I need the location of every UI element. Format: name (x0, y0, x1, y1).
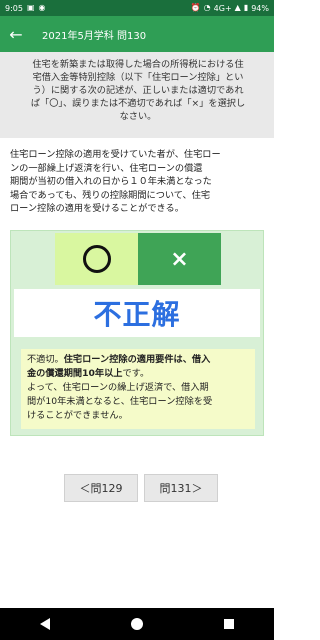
question-navigation: ＜問129 問131＞ (64, 474, 218, 502)
question-statement: 住宅ローン控除の適用を受けていた者が、住宅ロー ンの一部繰上げ返済を行い、住宅ロ… (10, 148, 266, 216)
result-label: 不正解 (93, 298, 181, 331)
alarm-icon: ⏰ (190, 3, 201, 12)
explanation-line: 不適切。住宅ローン控除の適用要件は、借入 (27, 353, 249, 367)
explanation-text: 不適切。 (27, 354, 64, 365)
system-back-icon[interactable] (40, 618, 51, 630)
answer-maru-button[interactable] (55, 233, 138, 285)
status-bar: 9:05 ▣ ◉ ⏰ ◔ 4G+ ▲ ▮ 94% (0, 0, 274, 16)
signal-icon: ▲ (234, 3, 241, 12)
wifi-icon: ◔ (203, 3, 211, 12)
app-bar: ← 2021年5月学科 問130 (0, 16, 274, 52)
system-navigation-bar (0, 608, 274, 640)
circle-icon (82, 245, 111, 273)
cross-icon: × (170, 246, 189, 272)
question-line: 宅借入金等特別控除（以下「住宅ローン控除」とい (32, 72, 244, 83)
answer-batsu-button[interactable]: × (138, 233, 221, 285)
explanation-emphasis: 住宅ローン控除の適用要件は、借入 (63, 354, 211, 365)
question-line: ば「〇」、誤りまたは不適切であれば「×」を選択し (30, 98, 246, 109)
system-recents-icon[interactable] (223, 619, 234, 629)
network-label: 4G+ (213, 3, 232, 13)
statement-line: ンの一部繰上げ返済を行い、住宅ローンの償還 (10, 162, 203, 174)
question-instructions: 住宅を新築または取得した場合の所得税における住 宅借入金等特別控除（以下「住宅ロ… (0, 52, 274, 138)
explanation-line: よって、住宅ローンの繰上げ返済で、借入期 (27, 382, 209, 393)
statement-line: ローン控除の適用を受けることができる。 (10, 203, 184, 215)
clock: 9:05 (5, 3, 23, 13)
answer-panel: × 不正解 不適切。住宅ローン控除の適用要件は、借入 金の償還期間10年以上です… (10, 230, 264, 436)
choice-row: × (55, 233, 221, 285)
question-line: う）に関する次の記述が、正しいまたは適切であれ (32, 85, 244, 96)
result-box: 不正解 (14, 289, 260, 337)
prev-question-button[interactable]: ＜問129 (64, 474, 138, 502)
explanation-line: けることができません。 (27, 410, 128, 421)
next-question-button[interactable]: 問131＞ (144, 474, 218, 502)
battery-icon: ▮ (243, 3, 249, 12)
notification-icon: ▣ (26, 3, 35, 12)
statement-line: 場合であっても、残りの控除期間について、住宅 (10, 189, 211, 201)
question-line: なさい。 (119, 111, 157, 122)
explanation-emphasis: 金の償還期間10年以上 (27, 368, 123, 379)
battery-level: 94% (251, 3, 269, 13)
back-arrow-icon[interactable]: ← (0, 16, 32, 52)
explanation-line: 間が10年未満となると、住宅ローン控除を受 (27, 396, 213, 407)
system-home-icon[interactable] (130, 618, 143, 630)
explanation-text: です。 (122, 368, 150, 379)
statement-line: 期間が当初の借入れの日から１０年未満となった (10, 176, 212, 188)
page-title: 2021年5月学科 問130 (42, 30, 147, 42)
question-line: 住宅を新築または取得した場合の所得税における住 (32, 59, 244, 70)
explanation-box: 不適切。住宅ローン控除の適用要件は、借入 金の償還期間10年以上です。 よって、… (21, 349, 255, 429)
explanation-line: 金の償還期間10年以上です。 (27, 367, 249, 381)
statement-line: 住宅ローン控除の適用を受けていた者が、住宅ロー (10, 149, 221, 160)
location-icon: ◉ (38, 3, 46, 12)
